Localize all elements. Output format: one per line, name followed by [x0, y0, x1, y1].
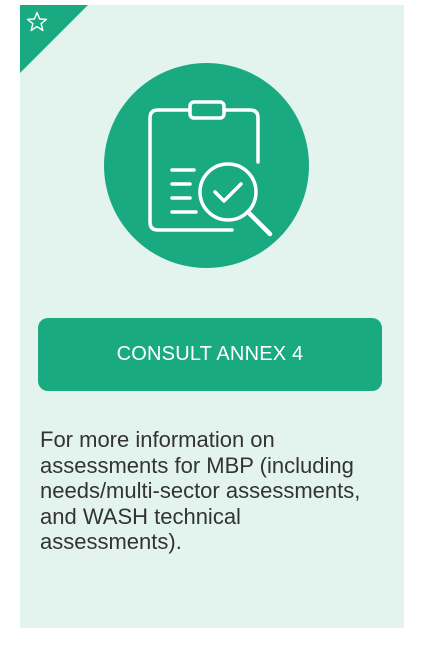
consult-annex-button[interactable]: CONSULT ANNEX 4 — [38, 318, 382, 391]
icon-circle — [104, 63, 309, 268]
description-text: For more information on assessments for … — [40, 427, 361, 554]
clipboard-check-search-icon — [148, 100, 273, 237]
star-icon[interactable] — [25, 10, 49, 34]
